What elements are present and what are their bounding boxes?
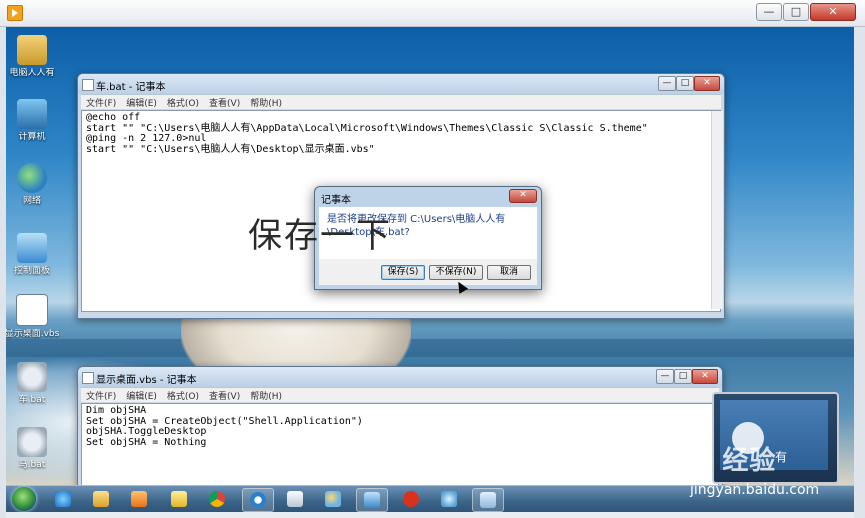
explorer-folder-icon	[93, 491, 109, 507]
player-app-icon	[7, 5, 23, 21]
save-button[interactable]: 保存(S)	[381, 265, 425, 280]
taskbar-notepad[interactable]	[472, 488, 504, 512]
dialog-footer: 保存(S) 不保存(N) 取消	[319, 259, 537, 285]
menu-help[interactable]: 帮助(H)	[245, 388, 287, 402]
control-panel-icon	[17, 233, 47, 263]
desktop: 电脑人人有 计算机 网络 控制面板 显示桌面.vbs 车.bat 马.bat 车…	[6, 27, 854, 485]
bat-gear-icon	[17, 427, 47, 457]
player-close-button[interactable]: ✕	[810, 3, 856, 21]
game-icon	[441, 491, 457, 507]
bat-gear-icon	[17, 362, 47, 392]
paint-icon	[325, 491, 341, 507]
desktop-icon-label: 马.bat	[18, 460, 46, 470]
network-globe-icon	[17, 163, 47, 193]
computer-icon	[17, 99, 47, 129]
taskbar-chrome[interactable]	[202, 488, 232, 510]
watermark-url: jingyan.baidu.com	[690, 482, 820, 498]
desktop-icon-bat-2[interactable]: 马.bat	[6, 427, 60, 471]
editor-line: @echo off	[86, 112, 141, 123]
desktop-icon-control-panel[interactable]: 控制面板	[6, 233, 60, 277]
maximize-button[interactable]: □	[674, 369, 692, 384]
menu-bar: 文件(F) 编辑(E) 格式(O) 查看(V) 帮助(H)	[81, 94, 721, 109]
minimize-button[interactable]: —	[656, 369, 674, 384]
watermark-brand: Bai 经验	[663, 446, 777, 476]
maximize-button[interactable]: □	[676, 76, 694, 91]
desktop-icon-label: 显示桌面.vbs	[6, 329, 60, 339]
desktop-icon-network[interactable]: 网络	[6, 163, 60, 207]
menu-format[interactable]: 格式(O)	[162, 95, 204, 109]
menu-view[interactable]: 查看(V)	[204, 388, 245, 402]
handwritten-caption: 保存一下	[248, 216, 392, 256]
remote-desktop-icon	[364, 492, 380, 508]
desktop-icon-vbs[interactable]: 显示桌面.vbs	[6, 294, 60, 340]
desktop-icon-label: 计算机	[18, 132, 46, 142]
taskbar-file[interactable]	[280, 488, 310, 510]
taskbar-paint[interactable]	[318, 488, 348, 510]
taskbar-video-app[interactable]	[242, 488, 274, 512]
editor-line: objSHA.ToggleDesktop	[86, 426, 207, 437]
dialog-close-button[interactable]: ✕	[509, 189, 537, 203]
taskbar-game[interactable]	[434, 488, 464, 510]
taskbar-remote-desktop[interactable]	[356, 488, 388, 512]
desktop-icon-bat-1[interactable]: 车.bat	[6, 362, 60, 406]
desktop-icon-user-folder[interactable]: 电脑人人有	[6, 35, 60, 79]
menu-bar: 文件(F) 编辑(E) 格式(O) 查看(V) 帮助(H)	[81, 387, 719, 402]
taskbar-red-badge[interactable]	[396, 488, 426, 510]
notepad-window-vbs[interactable]: 显示桌面.vbs - 记事本 — □ ✕ 文件(F) 编辑(E) 格式(O) 查看(V…	[77, 366, 723, 485]
taskbar-ie[interactable]	[48, 488, 78, 510]
player-minimize-button[interactable]: —	[756, 3, 782, 21]
dont-save-button[interactable]: 不保存(N)	[429, 265, 483, 280]
close-button[interactable]: ✕	[692, 369, 718, 384]
notepad-icon	[82, 79, 94, 91]
menu-help[interactable]: 帮助(H)	[245, 95, 287, 109]
menu-view[interactable]: 查看(V)	[204, 95, 245, 109]
desktop-icon-computer[interactable]: 计算机	[6, 99, 60, 143]
notepad-title: 显示桌面.vbs - 记事本	[96, 375, 197, 386]
desktop-icon-label: 车.bat	[18, 395, 46, 405]
menu-edit[interactable]: 编辑(E)	[121, 388, 162, 402]
player-title-bar: — □ ✕	[0, 0, 865, 27]
vertical-scrollbar[interactable]	[711, 111, 723, 309]
editor-line: Set objSHA = Nothing	[86, 436, 207, 448]
chrome-icon	[209, 491, 225, 507]
taskbar-media-player[interactable]	[124, 488, 154, 510]
start-orb-icon[interactable]	[12, 487, 36, 511]
menu-edit[interactable]: 编辑(E)	[121, 95, 162, 109]
notepad-title-bar[interactable]: 显示桌面.vbs - 记事本 — □ ✕	[78, 367, 722, 387]
media-player-icon	[131, 491, 147, 507]
text-editor[interactable]: Dim objSHA Set objSHA = CreateObject("Sh…	[81, 403, 719, 485]
desktop-icon-label: 电脑人人有	[9, 68, 55, 78]
taskbar-folder[interactable]	[164, 488, 194, 510]
folder-icon	[171, 491, 187, 507]
menu-file[interactable]: 文件(F)	[81, 95, 121, 109]
desktop-icon-label: 网络	[22, 196, 41, 206]
red-badge-icon	[403, 491, 419, 507]
player-maximize-button[interactable]: □	[783, 3, 809, 21]
user-folder-icon	[17, 35, 47, 65]
editor-line: Dim objSHA	[86, 405, 147, 416]
player-frame-right	[854, 27, 865, 518]
ie-icon	[55, 491, 71, 507]
vbs-script-icon	[16, 294, 48, 326]
notepad-title: 车.bat - 记事本	[96, 82, 166, 93]
taskbar-explorer[interactable]	[86, 488, 116, 510]
dialog-title: 记事本	[321, 195, 351, 206]
editor-line: start "" "C:\Users\电脑人人有\Desktop\显示桌面.vb…	[86, 143, 375, 155]
video-app-icon	[250, 492, 266, 508]
menu-format[interactable]: 格式(O)	[162, 388, 204, 402]
notepad-icon	[480, 492, 496, 508]
desktop-icon-label: 控制面板	[13, 266, 50, 276]
cancel-button[interactable]: 取消	[487, 265, 531, 280]
file-icon	[287, 491, 303, 507]
notepad-icon	[82, 372, 94, 384]
laptop-text: 有	[775, 450, 788, 464]
editor-line: @ping -n 2 127.0>nul	[86, 133, 207, 144]
menu-file[interactable]: 文件(F)	[81, 388, 121, 402]
wallpaper-sea	[6, 339, 854, 357]
close-button[interactable]: ✕	[694, 76, 720, 91]
minimize-button[interactable]: —	[658, 76, 676, 91]
notepad-title-bar[interactable]: 车.bat - 记事本 — □ ✕	[78, 74, 724, 94]
